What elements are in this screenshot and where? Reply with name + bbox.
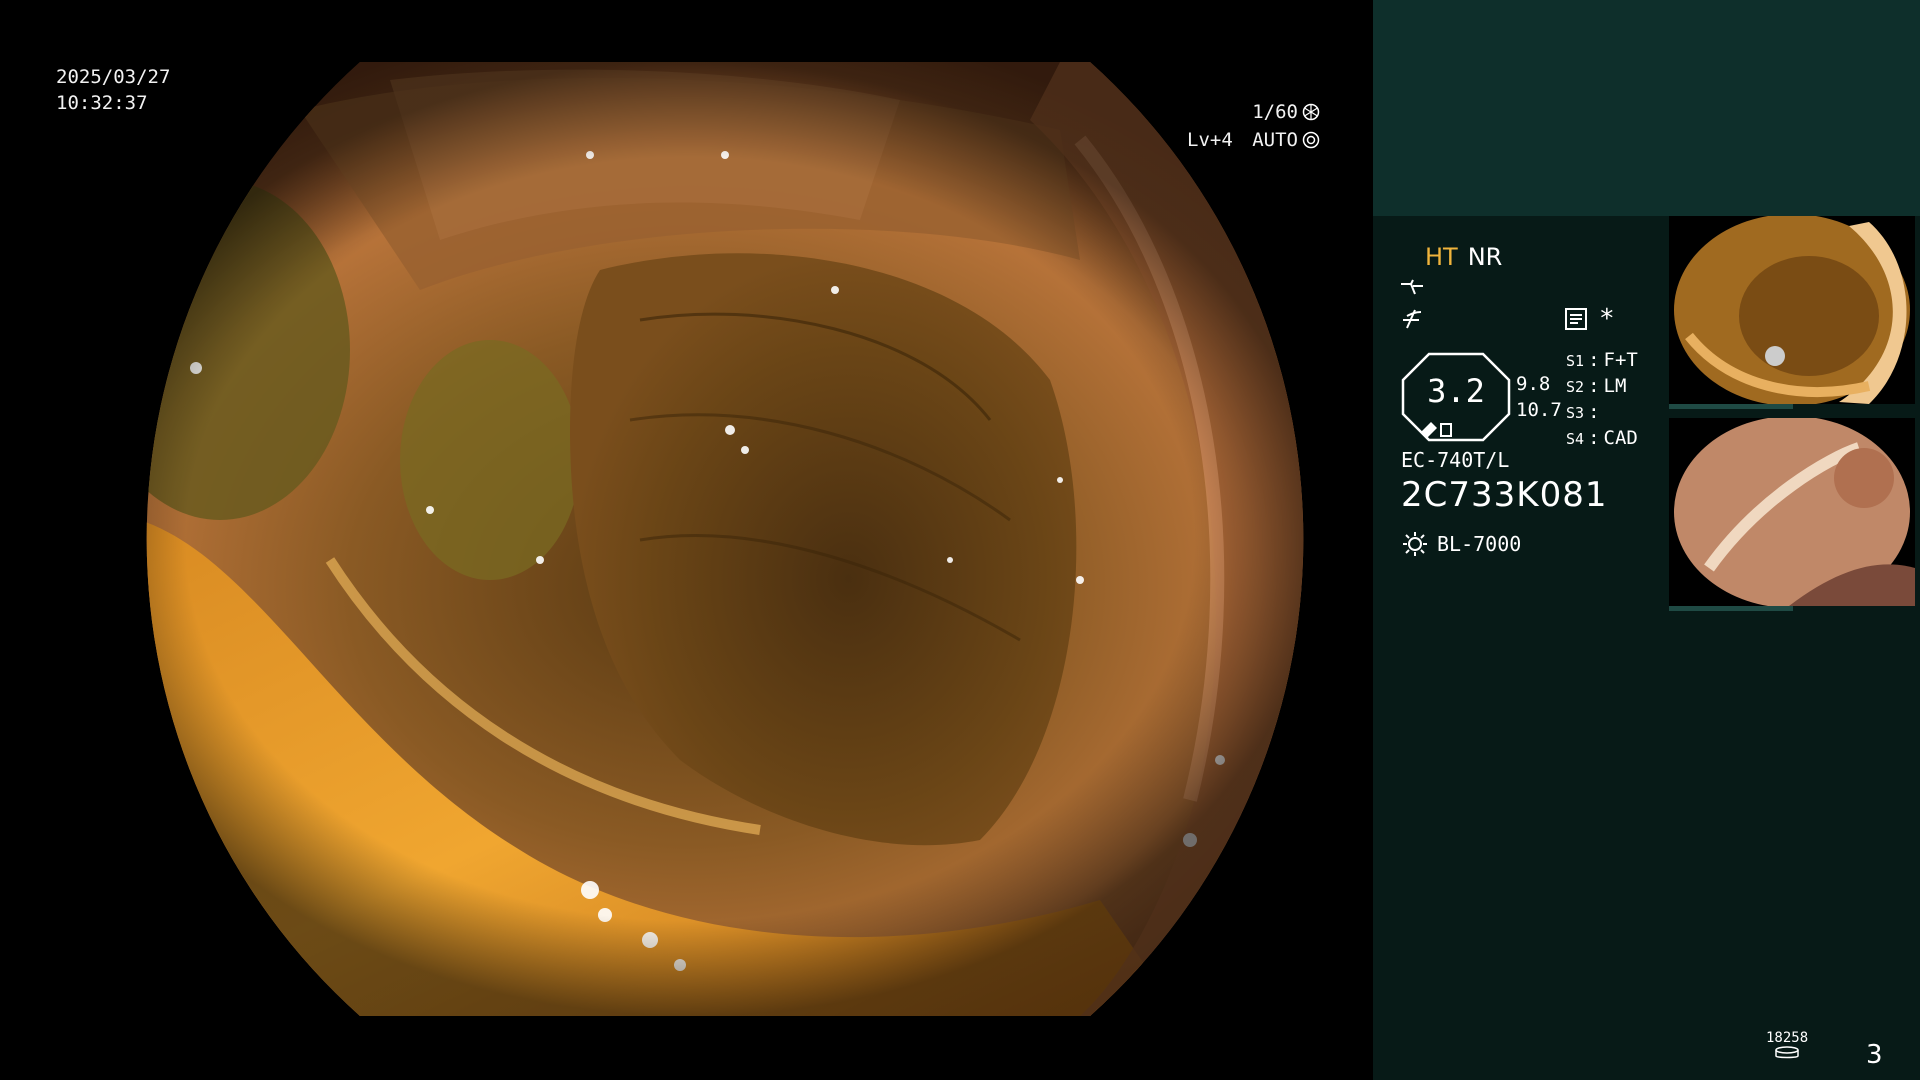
- thumbnail-divider: [1669, 404, 1793, 409]
- time-text: 10:32:37: [56, 92, 148, 114]
- storage-icon: [1775, 1046, 1799, 1059]
- lens-bottom-value: 10.7: [1516, 399, 1562, 421]
- image-counter: 18258: [1766, 1030, 1808, 1064]
- image-count-text: 18258: [1766, 1030, 1809, 1046]
- scope-switch-list: S1: F+T S2: LM S3: S4: CAD: [1566, 348, 1638, 452]
- color-enhance-icon: [1403, 309, 1422, 329]
- enhance-modes: HT NR: [1425, 243, 1502, 271]
- zoom-value: 3.2: [1427, 372, 1485, 410]
- ht-mode-label: HT: [1425, 243, 1458, 271]
- date-text: 2025/03/27: [56, 66, 171, 88]
- thumbnail-image: [1669, 418, 1915, 606]
- lens-top-value: 9.8: [1516, 373, 1551, 395]
- structure-enhance-icon: [1401, 279, 1423, 295]
- aperture-icon: [1302, 103, 1320, 121]
- panel-header-block: [1373, 0, 1920, 216]
- light-source-label: BL-7000: [1437, 532, 1522, 556]
- level-text: Lv+4: [1187, 129, 1233, 151]
- thumbnail-image: [1669, 216, 1915, 404]
- memo-icon: [1565, 308, 1587, 330]
- switch-item: S1: F+T: [1566, 349, 1638, 371]
- zoom-indicator: 3.2: [1401, 352, 1511, 442]
- switch-item: S4: CAD: [1566, 427, 1638, 449]
- exposure-display: 1/60 Lv+4 AUTO: [1187, 98, 1320, 154]
- star-indicator: *: [1599, 304, 1615, 334]
- page-number: 3: [1866, 1040, 1883, 1070]
- datetime-display: 2025/03/27 10:32:37: [56, 64, 170, 116]
- iris-icon: [1302, 131, 1320, 149]
- shutter-row: 1/60: [1187, 98, 1320, 126]
- mode-text: AUTO: [1252, 129, 1298, 151]
- endoscopic-image: [146, 62, 1304, 1016]
- nr-mode-label: NR: [1467, 243, 1503, 271]
- auto-row: Lv+4 AUTO: [1187, 126, 1320, 154]
- switch-item: S3:: [1566, 401, 1600, 423]
- light-source-icon: [1403, 532, 1427, 556]
- scope-model: EC-740T/L: [1401, 448, 1510, 472]
- endoscope-video-area: 2025/03/27 10:32:37 1/60 Lv+4 AUTO: [0, 0, 1372, 1080]
- shutter-text: 1/60: [1252, 101, 1298, 123]
- lens-values: 9.8 10.7: [1516, 371, 1562, 423]
- switch-item: S2: LM: [1566, 375, 1627, 397]
- info-panel: HT NR * 3.2 9.8 10.7 S1: F+T S2: LM S3:…: [1373, 0, 1920, 1080]
- scope-serial: 2C733K081: [1401, 475, 1608, 515]
- capture-thumbnail[interactable]: [1669, 216, 1915, 404]
- light-source-row: BL-7000: [1401, 530, 1521, 558]
- capture-thumbnail[interactable]: [1669, 418, 1915, 606]
- thumbnail-divider: [1669, 606, 1793, 611]
